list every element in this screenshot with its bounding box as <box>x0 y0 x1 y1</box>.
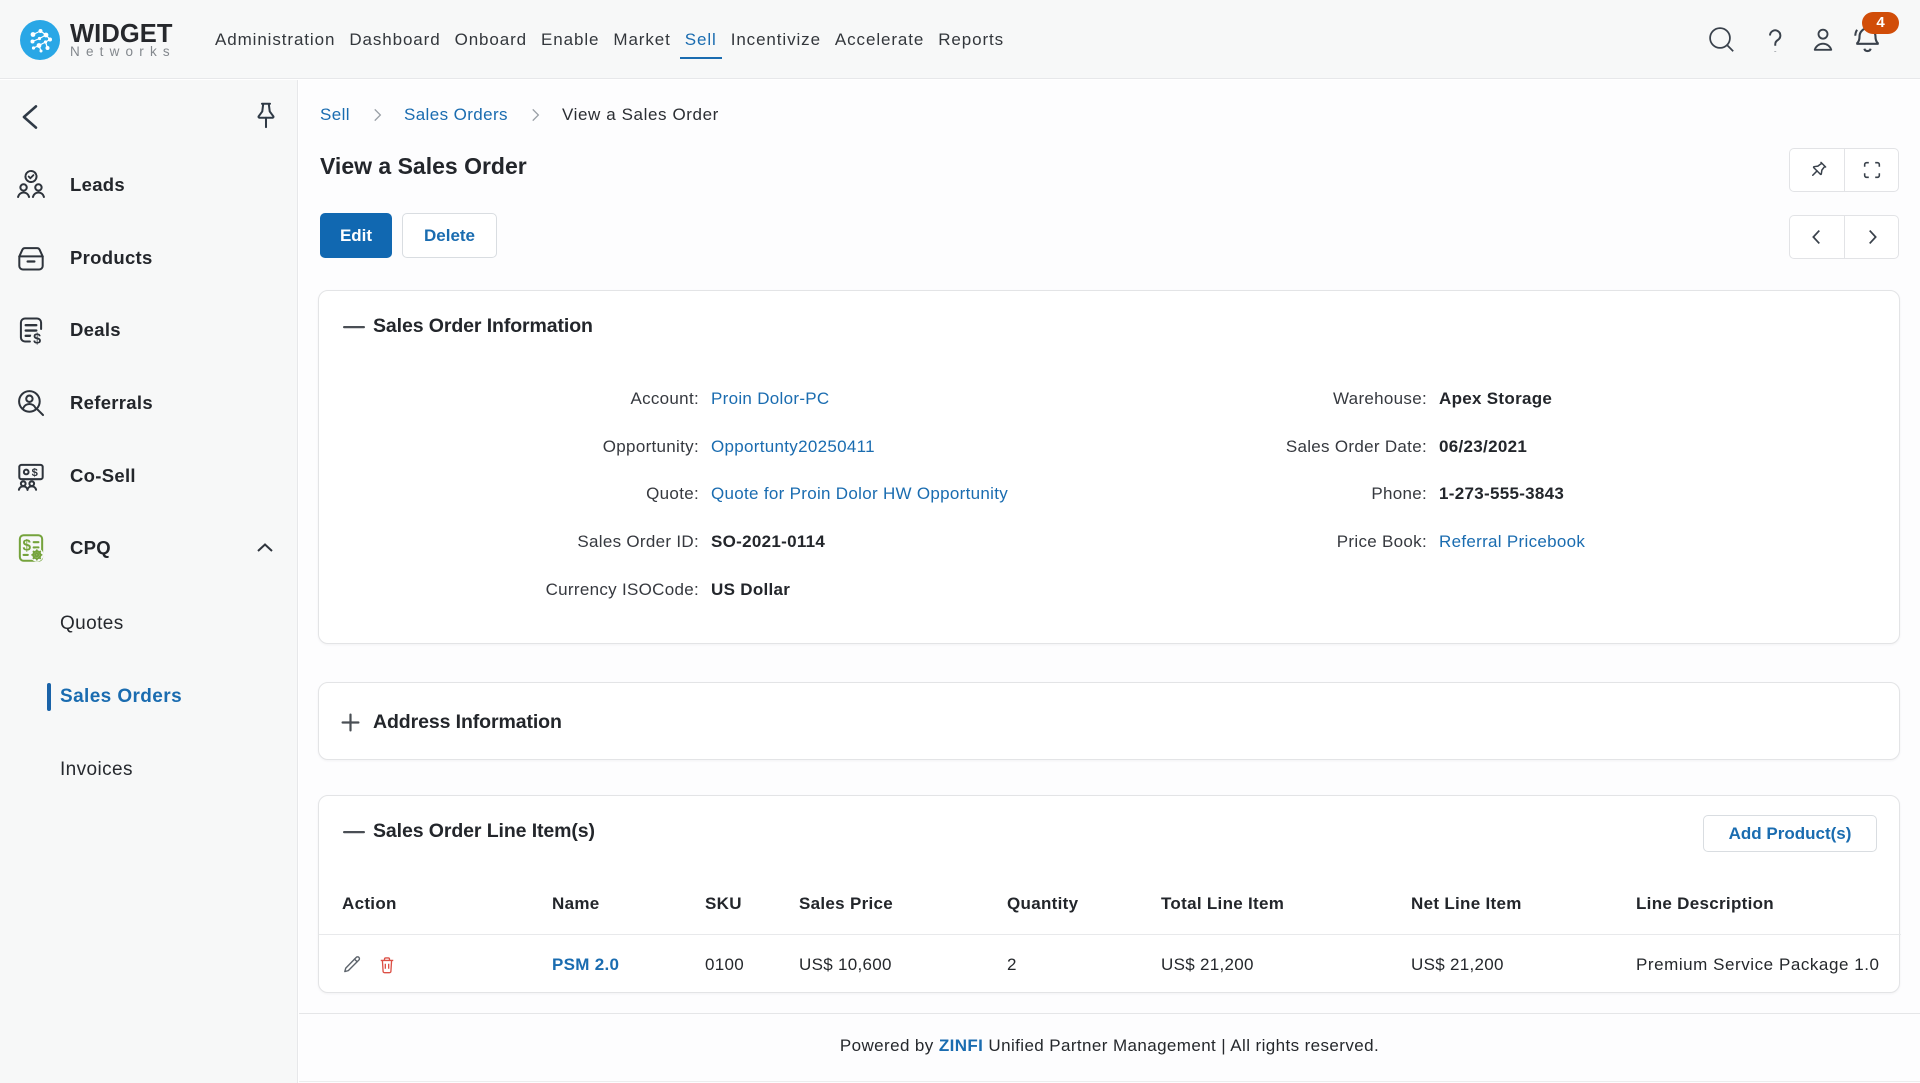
svg-text:$: $ <box>22 538 31 555</box>
svg-text:$: $ <box>33 331 41 347</box>
svg-text:$: $ <box>32 467 39 479</box>
